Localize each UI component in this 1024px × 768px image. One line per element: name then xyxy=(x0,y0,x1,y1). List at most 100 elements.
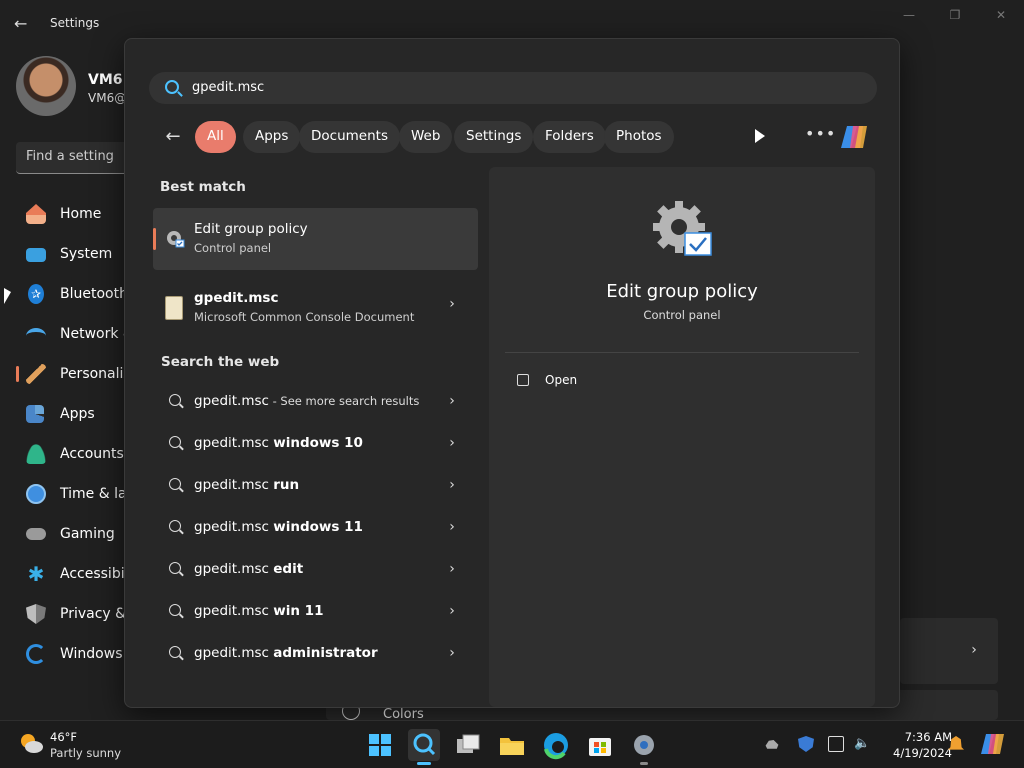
search-input[interactable]: gpedit.msc xyxy=(149,72,877,104)
close-icon[interactable]: ✕ xyxy=(986,8,1016,24)
chevron-right-icon: › xyxy=(449,645,455,661)
weather-desc[interactable]: Partly sunny xyxy=(50,746,121,760)
result-subtitle: Control panel xyxy=(194,241,272,255)
group-policy-icon xyxy=(653,201,712,256)
result-title: gpedit.msc xyxy=(194,290,279,306)
onedrive-icon[interactable] xyxy=(765,740,779,749)
edge-icon[interactable] xyxy=(540,729,572,761)
back-arrow-icon[interactable]: ← xyxy=(14,14,34,34)
volume-muted-icon[interactable]: 🔈 xyxy=(854,736,870,752)
selected-indicator xyxy=(16,366,19,382)
settings-icon[interactable] xyxy=(628,729,660,765)
web-suffix: edit xyxy=(273,561,304,577)
document-icon xyxy=(165,296,183,320)
running-indicator xyxy=(640,762,648,765)
filter-folders[interactable]: Folders xyxy=(533,121,606,153)
web-note: - See more search results xyxy=(268,394,420,408)
settings-card[interactable]: › xyxy=(900,618,998,684)
back-arrow-icon[interactable]: ← xyxy=(161,125,185,149)
web-query: gpedit.msc xyxy=(194,645,269,661)
search-icon xyxy=(169,646,181,658)
web-result[interactable]: gpedit.msc windows 11 › xyxy=(153,507,478,549)
profile-name: VM6 xyxy=(88,72,123,88)
task-view-icon[interactable] xyxy=(452,729,484,761)
profile-email: VM6@ xyxy=(88,91,127,105)
filter-documents[interactable]: Documents xyxy=(299,121,400,153)
chevron-right-icon: › xyxy=(449,603,455,619)
chevron-right-icon: › xyxy=(449,435,455,451)
weather-partly-sunny-icon[interactable] xyxy=(18,731,44,755)
web-result[interactable]: gpedit.msc - See more search results › xyxy=(153,381,478,423)
web-suffix: windows 10 xyxy=(273,435,363,451)
system-icon xyxy=(26,248,46,262)
sidebar-item-label: Personaliz xyxy=(60,366,131,382)
sidebar-item-label: System xyxy=(60,246,113,262)
web-result-text: gpedit.msc administrator xyxy=(194,645,378,661)
active-indicator xyxy=(417,762,431,765)
web-result[interactable]: gpedit.msc run › xyxy=(153,465,478,507)
taskbar: 46°F Partly sunny 🔈 7:36 AM 4/19/2024 xyxy=(0,720,1024,768)
filter-apps[interactable]: Apps xyxy=(243,121,301,153)
shield-icon xyxy=(26,604,46,624)
result-subtitle: Microsoft Common Console Document xyxy=(194,310,415,324)
bluetooth-icon: ✰ xyxy=(28,284,44,304)
copilot-icon[interactable] xyxy=(839,123,869,151)
gamepad-icon xyxy=(26,528,46,540)
filter-all[interactable]: All xyxy=(195,121,236,153)
search-icon xyxy=(169,604,181,616)
file-explorer-icon[interactable] xyxy=(496,729,528,761)
sidebar-item-label: Network & xyxy=(60,326,134,342)
start-icon[interactable] xyxy=(364,729,396,761)
web-result[interactable]: gpedit.msc edit › xyxy=(153,549,478,591)
divider xyxy=(505,352,859,353)
chevron-right-icon: › xyxy=(449,477,455,493)
window-title: Settings xyxy=(50,16,100,30)
web-query: gpedit.msc xyxy=(194,477,269,493)
display-icon[interactable] xyxy=(828,736,844,752)
clock-time[interactable]: 7:36 AM xyxy=(892,730,952,744)
update-icon xyxy=(26,644,46,664)
sidebar-item-label: Bluetooth xyxy=(60,286,128,302)
web-result-text: gpedit.msc win 11 xyxy=(194,603,323,619)
search-icon xyxy=(169,394,181,406)
web-result[interactable]: gpedit.msc administrator › xyxy=(153,633,478,675)
apps-icon xyxy=(26,405,44,423)
filter-web[interactable]: Web xyxy=(399,121,453,153)
play-icon[interactable] xyxy=(755,129,765,143)
web-result[interactable]: gpedit.msc win 11 › xyxy=(153,591,478,633)
clock-date[interactable]: 4/19/2024 xyxy=(880,746,952,760)
result-gpedit-file[interactable]: gpedit.msc Microsoft Common Console Docu… xyxy=(153,279,478,335)
copilot-icon[interactable] xyxy=(980,731,1006,757)
filter-bar: ← All Apps Documents Web Settings Folder… xyxy=(149,121,877,153)
filter-settings[interactable]: Settings xyxy=(454,121,534,153)
web-suffix: win 11 xyxy=(273,603,324,619)
minimize-icon[interactable]: — xyxy=(894,8,924,24)
home-icon xyxy=(26,204,46,224)
web-query: gpedit.msc xyxy=(194,519,269,535)
more-options-icon[interactable]: ••• xyxy=(805,124,836,143)
web-suffix: administrator xyxy=(273,645,378,661)
best-match-result[interactable]: Edit group policy Control panel xyxy=(153,208,478,270)
chevron-right-icon: › xyxy=(449,519,455,535)
store-icon[interactable] xyxy=(584,729,616,761)
avatar[interactable] xyxy=(16,56,76,116)
web-query: gpedit.msc xyxy=(194,435,269,451)
search-icon xyxy=(169,478,181,490)
web-result[interactable]: gpedit.msc windows 10 › xyxy=(153,423,478,465)
search-icon xyxy=(169,436,181,448)
chevron-right-icon[interactable]: › xyxy=(446,296,458,312)
filter-photos[interactable]: Photos xyxy=(604,121,674,153)
search-icon xyxy=(169,520,181,532)
security-shield-icon[interactable] xyxy=(798,736,814,752)
sidebar-item-label: Gaming xyxy=(60,526,115,542)
search-web-heading: Search the web xyxy=(161,354,280,370)
open-action[interactable]: Open xyxy=(545,373,577,387)
web-result-text: gpedit.msc - See more search results xyxy=(194,393,419,409)
chevron-right-icon: › xyxy=(449,393,455,409)
accessibility-icon: ✱ xyxy=(27,562,45,586)
search-icon[interactable] xyxy=(408,729,440,765)
restore-icon[interactable]: ❐ xyxy=(940,8,970,24)
weather-temp[interactable]: 46°F xyxy=(50,730,77,744)
sidebar-item-label: Home xyxy=(60,206,102,222)
best-match-heading: Best match xyxy=(160,179,246,195)
